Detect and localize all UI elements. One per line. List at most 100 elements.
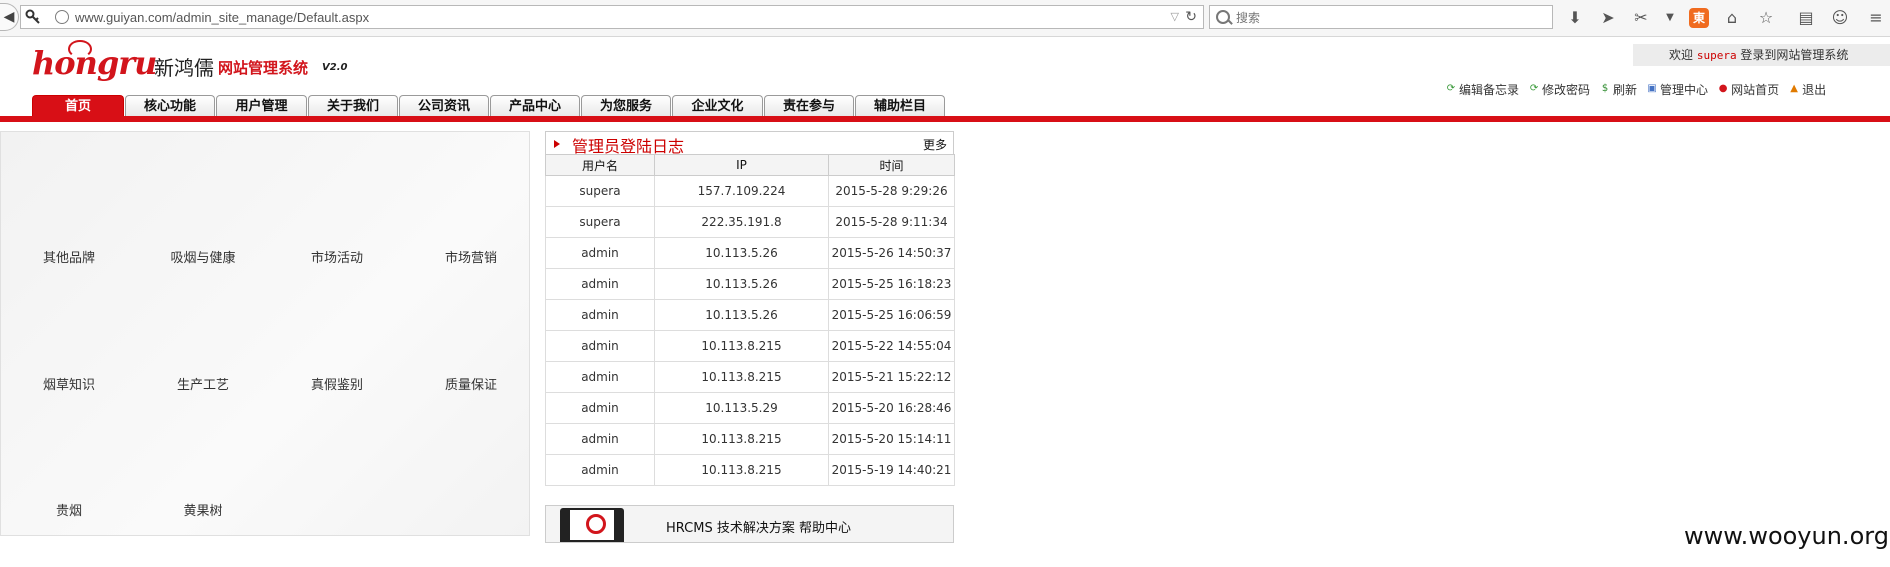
send-icon[interactable]: ➤: [1598, 8, 1618, 28]
quick-link-label: 网站首页: [1731, 82, 1780, 97]
cell-username: admin: [545, 361, 655, 393]
smiley-icon[interactable]: ☺: [1830, 8, 1850, 28]
category-link[interactable]: 黄果树: [143, 500, 263, 519]
table-row: supera 222.35.191.8 2015-5-28 9:11:34: [545, 206, 955, 238]
hongru-mark-icon: [586, 514, 606, 534]
cell-username: admin: [545, 268, 655, 300]
menu-icon[interactable]: ≡: [1866, 8, 1886, 28]
cell-time: 2015-5-21 15:22:12: [828, 361, 955, 393]
watermark: www.wooyun.org: [1684, 522, 1889, 550]
arrow-right-icon: [554, 140, 560, 148]
refresh-icon: ⟳: [1529, 83, 1539, 94]
nav-tab-9[interactable]: 辅助栏目: [855, 95, 945, 116]
nav-tab-2[interactable]: 用户管理: [216, 95, 307, 116]
search-box[interactable]: [1209, 5, 1553, 29]
globe-icon: [55, 10, 69, 24]
category-link[interactable]: 贵烟: [9, 500, 129, 519]
version-label: V2.0: [322, 62, 348, 73]
back-button[interactable]: ◀: [0, 3, 19, 31]
table-row: admin 10.113.5.26 2015-5-25 16:18:23: [545, 268, 955, 300]
quick-link-label: 退出: [1802, 82, 1827, 97]
tools-icon[interactable]: ✂: [1631, 8, 1651, 28]
nav-tab-6[interactable]: 为您服务: [581, 95, 671, 116]
table-row: admin 10.113.5.26 2015-5-26 14:50:37: [545, 237, 955, 269]
column-header: IP: [654, 154, 829, 176]
quick-link-0[interactable]: ⟳ 编辑备忘录: [1446, 80, 1519, 98]
nav-tab-4[interactable]: 公司资讯: [399, 95, 489, 116]
category-link[interactable]: 真假鉴别: [277, 374, 397, 393]
key-icon: [25, 9, 40, 24]
username: supera: [1696, 49, 1737, 62]
cell-time: 2015-5-26 14:50:37: [828, 237, 955, 269]
table-row: admin 10.113.5.29 2015-5-20 16:28:46: [545, 392, 955, 424]
url-dropdown-icon[interactable]: ▽: [1171, 10, 1179, 23]
reader-icon[interactable]: ▤: [1796, 8, 1816, 28]
category-link[interactable]: 吸烟与健康: [143, 247, 263, 266]
quick-link-1[interactable]: ⟳ 修改密码: [1529, 80, 1590, 98]
cell-time: 2015-5-19 14:40:21: [828, 454, 955, 486]
nav-tab-8[interactable]: 责在参与: [764, 95, 854, 116]
category-link[interactable]: 生产工艺: [143, 374, 263, 393]
cell-ip: 10.113.5.26: [654, 268, 829, 300]
reload-icon[interactable]: ↻: [1185, 9, 1197, 25]
home-icon[interactable]: ⌂: [1722, 8, 1742, 28]
cell-time: 2015-5-22 14:55:04: [828, 330, 955, 362]
quick-links: ⟳ 编辑备忘录 ⟳ 修改密码 $ 刷新 ▣ 管理中心 ● 网站首页 ▲ 退出: [1446, 80, 1836, 98]
cell-ip: 10.113.8.215: [654, 361, 829, 393]
address-bar[interactable]: www.guiyan.com/admin_site_manage/Default…: [20, 5, 1204, 29]
nav-tab-5[interactable]: 产品中心: [490, 95, 580, 116]
more-link[interactable]: 更多: [923, 136, 947, 153]
lock-icon: ▲: [1790, 83, 1798, 94]
cell-username: supera: [545, 175, 655, 207]
category-link[interactable]: 烟草知识: [9, 374, 129, 393]
cell-time: 2015-5-28 9:29:26: [828, 175, 955, 207]
nav-tab-3[interactable]: 关于我们: [308, 95, 398, 116]
back-arrow-icon: ◀: [3, 9, 15, 25]
promo-text[interactable]: HRCMS 技术解决方案 帮助中心: [666, 517, 851, 536]
addon-icon[interactable]: 東: [1689, 8, 1709, 28]
quick-link-label: 编辑备忘录: [1459, 82, 1520, 97]
quick-link-5[interactable]: ▲ 退出: [1789, 80, 1826, 98]
table-row: admin 10.113.8.215 2015-5-19 14:40:21: [545, 454, 955, 486]
cell-time: 2015-5-20 16:28:46: [828, 392, 955, 424]
quick-link-4[interactable]: ● 网站首页: [1718, 80, 1779, 98]
quick-link-3[interactable]: ▣ 管理中心: [1647, 80, 1708, 98]
cell-username: admin: [545, 237, 655, 269]
nav-tab-0[interactable]: 首页: [32, 95, 124, 116]
quick-link-2[interactable]: $ 刷新: [1600, 80, 1637, 98]
logo-swirl-icon: [68, 40, 92, 58]
dollar-icon: $: [1601, 83, 1609, 94]
quick-link-label: 管理中心: [1660, 82, 1709, 97]
manage-icon: ▣: [1647, 83, 1657, 94]
cell-username: admin: [545, 392, 655, 424]
nav-tab-1[interactable]: 核心功能: [125, 95, 215, 116]
cell-time: 2015-5-25 16:18:23: [828, 268, 955, 300]
table-row: admin 10.113.5.26 2015-5-25 16:06:59: [545, 299, 955, 331]
welcome-suffix: 登录到网站管理系统: [1740, 48, 1849, 62]
search-input[interactable]: [1234, 8, 1538, 28]
cell-ip: 10.113.8.215: [654, 423, 829, 455]
login-log-title: 管理员登陆日志: [572, 137, 685, 156]
cell-username: supera: [545, 206, 655, 238]
cell-ip: 10.113.5.26: [654, 237, 829, 269]
category-link[interactable]: 市场营销: [411, 247, 531, 266]
cell-username: admin: [545, 330, 655, 362]
category-link[interactable]: 质量保证: [411, 374, 531, 393]
nav-tab-7[interactable]: 企业文化: [672, 95, 763, 116]
nav-underline-bar: [0, 116, 1890, 122]
cell-ip: 10.113.8.215: [654, 454, 829, 486]
category-link[interactable]: 其他品牌: [9, 247, 129, 266]
site-logo[interactable]: hongru 新鸿儒 网站管理系统 V2.0: [32, 40, 347, 84]
quick-link-label: 刷新: [1613, 82, 1638, 97]
table-row: admin 10.113.8.215 2015-5-22 14:55:04: [545, 330, 955, 362]
cell-ip: 10.113.8.215: [654, 330, 829, 362]
cell-time: 2015-5-25 16:06:59: [828, 299, 955, 331]
search-icon: [1216, 10, 1230, 24]
url-text[interactable]: www.guiyan.com/admin_site_manage/Default…: [75, 10, 369, 25]
table-row: supera 157.7.109.224 2015-5-28 9:29:26: [545, 175, 955, 207]
bookmark-star-icon[interactable]: ☆: [1756, 8, 1776, 28]
category-link[interactable]: 市场活动: [277, 247, 397, 266]
dropdown-icon[interactable]: ▼: [1660, 8, 1680, 28]
promo-banner[interactable]: HRCMS 技术解决方案 帮助中心: [545, 505, 954, 543]
download-icon[interactable]: ⬇: [1565, 8, 1585, 28]
